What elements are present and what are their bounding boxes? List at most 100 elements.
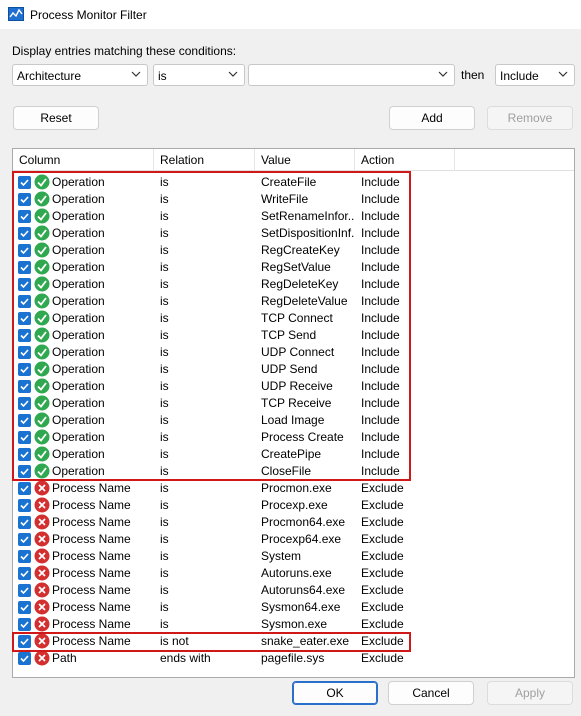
row-action-cell: Exclude [361,498,404,512]
column-header-action[interactable]: Action [355,149,455,171]
list-item[interactable]: Process Name is Procmon.exe Exclude [13,480,574,497]
row-checkbox[interactable] [18,482,31,495]
row-action-cell: Exclude [361,600,404,614]
list-item[interactable]: Operation is UDP Connect Include [13,344,574,361]
row-checkbox[interactable] [18,550,31,563]
row-checkbox[interactable] [18,584,31,597]
row-action-cell: Include [361,192,400,206]
exclude-x-icon [34,514,50,530]
add-button[interactable]: Add [389,106,475,130]
list-item[interactable]: Process Name is Procexp.exe Exclude [13,497,574,514]
row-value-cell: TCP Connect [261,311,333,325]
column-header-relation[interactable]: Relation [154,149,255,171]
action-select-value: Include [500,69,539,83]
row-checkbox[interactable] [18,363,31,376]
row-checkbox[interactable] [18,431,31,444]
list-item[interactable]: Process Name is Sysmon64.exe Exclude [13,599,574,616]
row-checkbox[interactable] [18,227,31,240]
row-relation-cell: is [160,277,169,291]
list-item[interactable]: Operation is CreateFile Include [13,174,574,191]
row-checkbox[interactable] [18,312,31,325]
row-relation-cell: is [160,396,169,410]
action-select[interactable]: Include [495,64,575,86]
row-action-cell: Include [361,345,400,359]
row-relation-cell: is [160,549,169,563]
include-check-icon [34,327,50,343]
list-item[interactable]: Process Name is not snake_eater.exe Exclude [13,633,574,650]
column-header-column[interactable]: Column [13,149,154,171]
row-relation-cell: is [160,379,169,393]
list-item[interactable]: Operation is SetRenameInfor... Include [13,208,574,225]
row-value-cell: System [261,549,302,563]
list-item[interactable]: Process Name is Sysmon.exe Exclude [13,616,574,633]
row-checkbox[interactable] [18,210,31,223]
row-checkbox[interactable] [18,567,31,580]
row-checkbox[interactable] [18,193,31,206]
list-item[interactable]: Process Name is Autoruns.exe Exclude [13,565,574,582]
row-checkbox[interactable] [18,346,31,359]
window-title: Process Monitor Filter [30,8,147,22]
row-value-cell: pagefile.sys [261,651,325,665]
row-checkbox[interactable] [18,295,31,308]
list-item[interactable]: Process Name is Autoruns64.exe Exclude [13,582,574,599]
column-header-value[interactable]: Value [255,149,355,171]
row-checkbox[interactable] [18,329,31,342]
list-item[interactable]: Operation is Process Create Include [13,429,574,446]
row-action-cell: Exclude [361,651,404,665]
list-item[interactable]: Operation is TCP Receive Include [13,395,574,412]
row-action-cell: Include [361,464,400,478]
remove-button[interactable]: Remove [487,106,573,130]
column-select[interactable]: Architecture [12,64,148,86]
list-item[interactable]: Process Name is System Exclude [13,548,574,565]
row-checkbox[interactable] [18,652,31,665]
row-checkbox[interactable] [18,244,31,257]
include-check-icon [34,361,50,377]
list-item[interactable]: Process Name is Procexp64.exe Exclude [13,531,574,548]
row-action-cell: Include [361,294,400,308]
row-checkbox[interactable] [18,380,31,393]
row-checkbox[interactable] [18,261,31,274]
chevron-down-icon [438,71,448,77]
row-checkbox[interactable] [18,533,31,546]
value-combo[interactable] [248,64,455,86]
filter-list[interactable]: Column Relation Value Action Operation is… [12,148,575,678]
row-value-cell: Sysmon64.exe [261,600,341,614]
ok-button[interactable]: OK [292,681,378,705]
apply-button[interactable]: Apply [487,681,573,705]
row-checkbox[interactable] [18,448,31,461]
row-action-cell: Exclude [361,617,404,631]
reset-button[interactable]: Reset [13,106,99,130]
row-checkbox[interactable] [18,465,31,478]
exclude-x-icon [34,633,50,649]
list-item[interactable]: Operation is CreatePipe Include [13,446,574,463]
row-checkbox[interactable] [18,635,31,648]
list-item[interactable]: Operation is CloseFile Include [13,463,574,480]
row-checkbox[interactable] [18,499,31,512]
row-checkbox[interactable] [18,278,31,291]
row-action-cell: Exclude [361,481,404,495]
row-checkbox[interactable] [18,618,31,631]
row-checkbox[interactable] [18,176,31,189]
list-item[interactable]: Operation is RegDeleteValue Include [13,293,574,310]
row-value-cell: SetRenameInfor... [261,209,354,223]
cancel-button[interactable]: Cancel [388,681,474,705]
list-item[interactable]: Operation is RegCreateKey Include [13,242,574,259]
list-item[interactable]: Process Name is Procmon64.exe Exclude [13,514,574,531]
relation-select[interactable]: is [153,64,245,86]
list-item[interactable]: Operation is WriteFile Include [13,191,574,208]
exclude-x-icon [34,650,50,666]
row-checkbox[interactable] [18,397,31,410]
list-item[interactable]: Operation is RegDeleteKey Include [13,276,574,293]
list-item[interactable]: Operation is Load Image Include [13,412,574,429]
row-checkbox[interactable] [18,516,31,529]
row-action-cell: Exclude [361,549,404,563]
list-item[interactable]: Operation is RegSetValue Include [13,259,574,276]
row-checkbox[interactable] [18,601,31,614]
list-item[interactable]: Path ends with pagefile.sys Exclude [13,650,574,667]
list-item[interactable]: Operation is TCP Connect Include [13,310,574,327]
list-item[interactable]: Operation is SetDispositionInf... Include [13,225,574,242]
list-item[interactable]: Operation is UDP Receive Include [13,378,574,395]
list-item[interactable]: Operation is TCP Send Include [13,327,574,344]
list-item[interactable]: Operation is UDP Send Include [13,361,574,378]
row-checkbox[interactable] [18,414,31,427]
